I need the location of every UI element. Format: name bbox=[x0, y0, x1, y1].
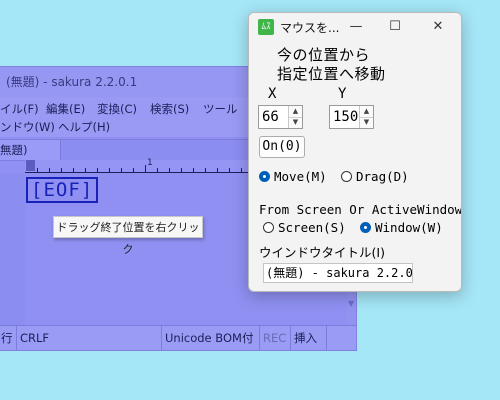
drag-radio[interactable]: Drag(D) bbox=[341, 169, 409, 184]
x-value[interactable]: 66 bbox=[262, 109, 279, 125]
drag-end-tooltip: ドラッグ終了位置を右クリック bbox=[53, 216, 203, 256]
ruler-tick bbox=[37, 168, 38, 172]
heading-line-1: 今の位置から bbox=[277, 46, 371, 64]
menu-help[interactable]: ヘルプ(H) bbox=[58, 119, 110, 135]
heading-line-2: 指定位置へ移動 bbox=[277, 65, 386, 83]
menu-window[interactable]: ンドウ(W) bbox=[0, 119, 55, 135]
x-spinbox[interactable]: 66 ▲ ▼ bbox=[258, 105, 303, 129]
ruler-number: 1 bbox=[147, 158, 153, 168]
ruler-tick bbox=[169, 168, 170, 172]
eof-marker: [EOF] bbox=[26, 177, 99, 203]
ruler-tick bbox=[133, 168, 134, 172]
menu-tool[interactable]: ツール bbox=[203, 101, 238, 117]
ruler-tick bbox=[61, 168, 62, 172]
status-rec: REC bbox=[260, 326, 291, 350]
ruler-tick bbox=[157, 168, 158, 172]
drag-radio-indicator bbox=[341, 171, 352, 182]
ruler-tick bbox=[49, 168, 50, 172]
ruler-tick bbox=[97, 168, 98, 172]
window-radio-indicator bbox=[360, 222, 371, 233]
maximize-icon[interactable]: ☐ bbox=[374, 13, 416, 41]
tab-untitled[interactable]: 無題) bbox=[0, 140, 61, 160]
drag-radio-label: Drag(D) bbox=[356, 169, 409, 184]
move-radio-label: Move(M) bbox=[274, 169, 327, 184]
menu-file[interactable]: イル(F) bbox=[0, 101, 39, 117]
move-radio[interactable]: Move(M) bbox=[259, 169, 327, 184]
y-spin-arrows: ▲ ▼ bbox=[359, 106, 373, 128]
y-label: Y bbox=[338, 86, 347, 102]
ruler-tick bbox=[181, 168, 182, 172]
window-title-label: ウインドウタイトル(I) bbox=[259, 245, 385, 260]
ruler-cursor-mark bbox=[26, 160, 35, 171]
x-label: X bbox=[268, 86, 277, 102]
minimize-icon[interactable]: — bbox=[335, 13, 377, 41]
ruler-tick bbox=[193, 168, 194, 172]
editor-title: (無題) - sakura 2.2.0.1 bbox=[6, 75, 138, 89]
window-radio[interactable]: Window(W) bbox=[360, 220, 443, 235]
dialog-title: マウスを... bbox=[280, 21, 340, 35]
y-spinbox[interactable]: 150 ▲ ▼ bbox=[329, 105, 374, 129]
dialog-titlebar[interactable]: ﾑｽ マウスを... — ☐ ✕ bbox=[249, 13, 461, 41]
ruler-tick bbox=[205, 168, 206, 172]
tab-label: 無題) bbox=[0, 143, 28, 157]
ruler-tick bbox=[121, 168, 122, 172]
on-button[interactable]: On(0) bbox=[259, 136, 305, 158]
menu-search[interactable]: 検索(S) bbox=[150, 101, 189, 117]
ruler-tick bbox=[217, 168, 218, 172]
from-label: From Screen Or ActiveWindow bbox=[259, 202, 462, 217]
x-spin-down-icon[interactable]: ▼ bbox=[289, 117, 302, 128]
move-radio-indicator bbox=[259, 171, 270, 182]
x-spin-arrows: ▲ ▼ bbox=[288, 106, 302, 128]
ruler-tick bbox=[145, 165, 146, 172]
status-eol: CRLF bbox=[17, 326, 162, 350]
close-icon[interactable]: ✕ bbox=[417, 13, 459, 41]
status-encoding: Unicode BOM付 bbox=[162, 326, 260, 350]
window-radio-label: Window(W) bbox=[375, 220, 443, 235]
ruler-tick bbox=[109, 168, 110, 172]
app-icon: ﾑｽ bbox=[258, 19, 274, 35]
status-line: 行 bbox=[0, 326, 17, 350]
y-value[interactable]: 150 bbox=[333, 109, 358, 125]
line-number-gutter bbox=[0, 173, 25, 325]
editor-statusbar: 行 CRLF Unicode BOM付 REC 挿入 bbox=[0, 325, 356, 350]
ruler-tick bbox=[73, 168, 74, 172]
ruler-tick bbox=[229, 168, 230, 172]
status-insert-mode: 挿入 bbox=[291, 326, 327, 350]
mouse-move-dialog: ﾑｽ マウスを... — ☐ ✕ 今の位置から 指定位置へ移動 X Y 66 ▲… bbox=[248, 12, 462, 292]
ruler-tick bbox=[85, 168, 86, 172]
y-spin-down-icon[interactable]: ▼ bbox=[360, 117, 373, 128]
ruler-tick bbox=[241, 168, 242, 172]
cursor-underline bbox=[26, 202, 82, 203]
window-title-field[interactable]: (無題) - sakura 2.2.0 bbox=[263, 263, 413, 283]
screen-radio-indicator bbox=[263, 222, 274, 233]
screen-radio-label: Screen(S) bbox=[278, 220, 346, 235]
scroll-down-icon[interactable]: ▼ bbox=[348, 299, 354, 308]
screen-radio[interactable]: Screen(S) bbox=[263, 220, 346, 235]
menu-convert[interactable]: 変換(C) bbox=[97, 101, 137, 117]
menu-edit[interactable]: 編集(E) bbox=[46, 101, 85, 117]
